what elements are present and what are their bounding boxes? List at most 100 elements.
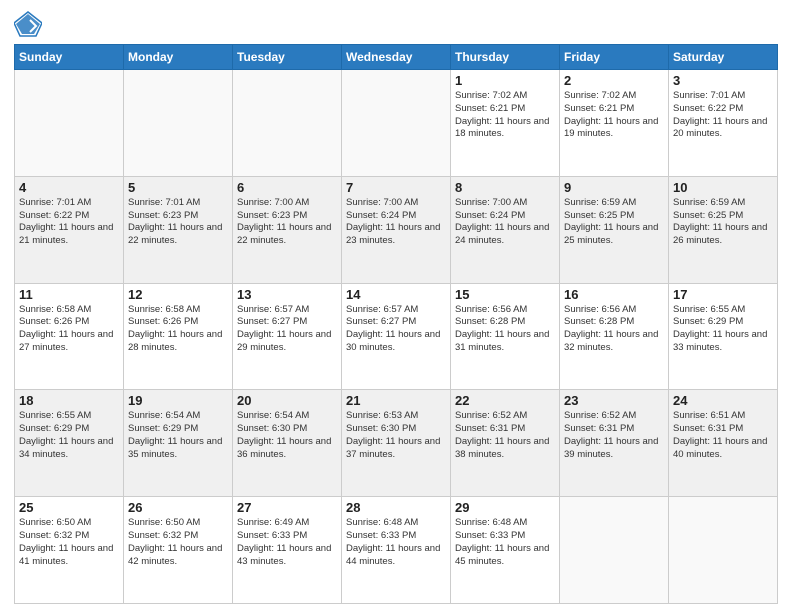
day-number: 22 <box>455 393 555 408</box>
day-number: 17 <box>673 287 773 302</box>
day-number: 15 <box>455 287 555 302</box>
day-number: 9 <box>564 180 664 195</box>
calendar-cell: 29 Sunrise: 6:48 AM Sunset: 6:33 PM Dayli… <box>451 497 560 604</box>
day-info: Sunrise: 6:57 AM Sunset: 6:27 PM Dayligh… <box>237 304 337 355</box>
calendar-cell: 4Sunrise: 7:01 AM Sunset: 6:22 PM Daylig… <box>15 176 124 283</box>
day-number: 2 <box>564 73 664 88</box>
calendar-cell: 14Sunrise: 6:57 AM Sunset: 6:27 PM Dayli… <box>342 283 451 390</box>
day-number: 7 <box>346 180 446 195</box>
day-number: 12 <box>128 287 228 302</box>
calendar-cell: 7 Sunrise: 7:00 AM Sunset: 6:24 PM Daylig… <box>342 176 451 283</box>
day-info: Sunrise: 6:58 AM Sunset: 6:26 PM Dayligh… <box>128 304 228 355</box>
day-number: 16 <box>564 287 664 302</box>
day-info: Sunrise: 6:57 AM Sunset: 6:27 PM Dayligh… <box>346 304 446 355</box>
day-number: 10 <box>673 180 773 195</box>
calendar-week-row: 25 Sunrise: 6:50 AM Sunset: 6:32 PM Dayli… <box>15 497 778 604</box>
calendar-week-row: 1 Sunrise: 7:02 AM Sunset: 6:21 PM Daylig… <box>15 70 778 177</box>
day-number: 21 <box>346 393 446 408</box>
day-info: Sunrise: 7:02 AM Sunset: 6:21 PM Dayligh… <box>564 90 664 141</box>
day-number: 5 <box>128 180 228 195</box>
calendar-cell: 6Sunrise: 7:00 AM Sunset: 6:23 PM Daylig… <box>233 176 342 283</box>
day-info: Sunrise: 6:55 AM Sunset: 6:29 PM Dayligh… <box>673 304 773 355</box>
day-number: 8 <box>455 180 555 195</box>
day-number: 18 <box>19 393 119 408</box>
day-info: Sunrise: 7:00 AM Sunset: 6:24 PM Dayligh… <box>455 197 555 248</box>
weekday-header-friday: Friday <box>560 45 669 70</box>
day-info: Sunrise: 6:48 AM Sunset: 6:33 PM Dayligh… <box>346 517 446 568</box>
day-info: Sunrise: 7:01 AM Sunset: 6:22 PM Dayligh… <box>673 90 773 141</box>
calendar-week-row: 4Sunrise: 7:01 AM Sunset: 6:22 PM Daylig… <box>15 176 778 283</box>
calendar-cell: 5 Sunrise: 7:01 AM Sunset: 6:23 PM Daylig… <box>124 176 233 283</box>
weekday-header-wednesday: Wednesday <box>342 45 451 70</box>
calendar-cell <box>342 70 451 177</box>
calendar-cell: 17 Sunrise: 6:55 AM Sunset: 6:29 PM Dayli… <box>669 283 778 390</box>
calendar-cell: 19 Sunrise: 6:54 AM Sunset: 6:29 PM Dayli… <box>124 390 233 497</box>
day-info: Sunrise: 7:01 AM Sunset: 6:23 PM Dayligh… <box>128 197 228 248</box>
day-info: Sunrise: 7:01 AM Sunset: 6:22 PM Dayligh… <box>19 197 119 248</box>
day-info: Sunrise: 7:02 AM Sunset: 6:21 PM Dayligh… <box>455 90 555 141</box>
day-info: Sunrise: 6:50 AM Sunset: 6:32 PM Dayligh… <box>19 517 119 568</box>
calendar-cell: 16 Sunrise: 6:56 AM Sunset: 6:28 PM Dayli… <box>560 283 669 390</box>
calendar-cell: 8 Sunrise: 7:00 AM Sunset: 6:24 PM Daylig… <box>451 176 560 283</box>
day-info: Sunrise: 6:54 AM Sunset: 6:29 PM Dayligh… <box>128 410 228 461</box>
day-number: 20 <box>237 393 337 408</box>
day-info: Sunrise: 6:55 AM Sunset: 6:29 PM Dayligh… <box>19 410 119 461</box>
day-number: 28 <box>346 500 446 515</box>
calendar-cell <box>669 497 778 604</box>
calendar-cell: 26Sunrise: 6:50 AM Sunset: 6:32 PM Dayli… <box>124 497 233 604</box>
calendar-cell: 22 Sunrise: 6:52 AM Sunset: 6:31 PM Dayli… <box>451 390 560 497</box>
calendar-cell <box>15 70 124 177</box>
weekday-header-saturday: Saturday <box>669 45 778 70</box>
calendar-cell <box>124 70 233 177</box>
day-info: Sunrise: 6:59 AM Sunset: 6:25 PM Dayligh… <box>564 197 664 248</box>
day-info: Sunrise: 6:52 AM Sunset: 6:31 PM Dayligh… <box>455 410 555 461</box>
day-info: Sunrise: 6:59 AM Sunset: 6:25 PM Dayligh… <box>673 197 773 248</box>
calendar-week-row: 11 Sunrise: 6:58 AM Sunset: 6:26 PM Dayli… <box>15 283 778 390</box>
day-number: 25 <box>19 500 119 515</box>
generalblue-logo-icon <box>14 10 42 38</box>
day-info: Sunrise: 6:58 AM Sunset: 6:26 PM Dayligh… <box>19 304 119 355</box>
calendar-cell: 15 Sunrise: 6:56 AM Sunset: 6:28 PM Dayli… <box>451 283 560 390</box>
day-info: Sunrise: 6:56 AM Sunset: 6:28 PM Dayligh… <box>564 304 664 355</box>
day-info: Sunrise: 7:00 AM Sunset: 6:23 PM Dayligh… <box>237 197 337 248</box>
calendar-table: SundayMondayTuesdayWednesdayThursdayFrid… <box>14 44 778 604</box>
day-info: Sunrise: 6:51 AM Sunset: 6:31 PM Dayligh… <box>673 410 773 461</box>
logo <box>14 10 46 38</box>
day-number: 11 <box>19 287 119 302</box>
day-info: Sunrise: 6:56 AM Sunset: 6:28 PM Dayligh… <box>455 304 555 355</box>
day-info: Sunrise: 7:00 AM Sunset: 6:24 PM Dayligh… <box>346 197 446 248</box>
day-info: Sunrise: 6:48 AM Sunset: 6:33 PM Dayligh… <box>455 517 555 568</box>
calendar-cell: 28 Sunrise: 6:48 AM Sunset: 6:33 PM Dayli… <box>342 497 451 604</box>
calendar-cell <box>560 497 669 604</box>
calendar-cell <box>233 70 342 177</box>
calendar-cell: 23 Sunrise: 6:52 AM Sunset: 6:31 PM Dayli… <box>560 390 669 497</box>
calendar-cell: 18 Sunrise: 6:55 AM Sunset: 6:29 PM Dayli… <box>15 390 124 497</box>
day-number: 24 <box>673 393 773 408</box>
day-number: 23 <box>564 393 664 408</box>
page: SundayMondayTuesdayWednesdayThursdayFrid… <box>0 0 792 612</box>
day-number: 26 <box>128 500 228 515</box>
calendar-cell: 25 Sunrise: 6:50 AM Sunset: 6:32 PM Dayli… <box>15 497 124 604</box>
calendar-cell: 2 Sunrise: 7:02 AM Sunset: 6:21 PM Daylig… <box>560 70 669 177</box>
day-info: Sunrise: 6:49 AM Sunset: 6:33 PM Dayligh… <box>237 517 337 568</box>
calendar-week-row: 18 Sunrise: 6:55 AM Sunset: 6:29 PM Dayli… <box>15 390 778 497</box>
day-number: 13 <box>237 287 337 302</box>
calendar-cell: 12 Sunrise: 6:58 AM Sunset: 6:26 PM Dayli… <box>124 283 233 390</box>
day-info: Sunrise: 6:54 AM Sunset: 6:30 PM Dayligh… <box>237 410 337 461</box>
calendar-cell: 1 Sunrise: 7:02 AM Sunset: 6:21 PM Daylig… <box>451 70 560 177</box>
weekday-header-thursday: Thursday <box>451 45 560 70</box>
calendar-cell: 10 Sunrise: 6:59 AM Sunset: 6:25 PM Dayli… <box>669 176 778 283</box>
calendar-cell: 3Sunrise: 7:01 AM Sunset: 6:22 PM Daylig… <box>669 70 778 177</box>
day-info: Sunrise: 6:52 AM Sunset: 6:31 PM Dayligh… <box>564 410 664 461</box>
day-number: 19 <box>128 393 228 408</box>
calendar-cell: 21Sunrise: 6:53 AM Sunset: 6:30 PM Dayli… <box>342 390 451 497</box>
day-number: 1 <box>455 73 555 88</box>
day-number: 29 <box>455 500 555 515</box>
calendar-cell: 20 Sunrise: 6:54 AM Sunset: 6:30 PM Dayli… <box>233 390 342 497</box>
calendar-cell: 27Sunrise: 6:49 AM Sunset: 6:33 PM Dayli… <box>233 497 342 604</box>
calendar-cell: 11 Sunrise: 6:58 AM Sunset: 6:26 PM Dayli… <box>15 283 124 390</box>
weekday-header-monday: Monday <box>124 45 233 70</box>
header <box>14 10 778 38</box>
calendar-cell: 9 Sunrise: 6:59 AM Sunset: 6:25 PM Daylig… <box>560 176 669 283</box>
weekday-header-tuesday: Tuesday <box>233 45 342 70</box>
